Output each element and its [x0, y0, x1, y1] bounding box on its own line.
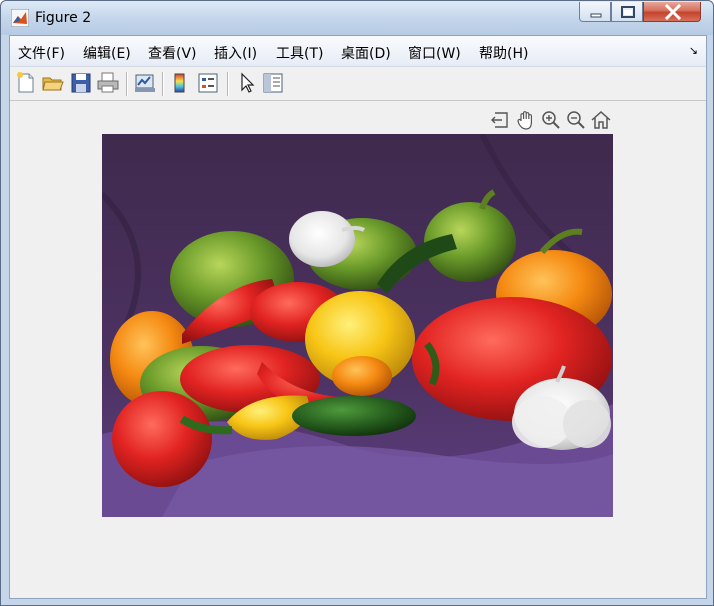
dock-arrow-icon[interactable]: ↘: [689, 44, 698, 57]
menu-edit[interactable]: 编辑(E): [83, 43, 131, 63]
menu-tools[interactable]: 工具(T): [276, 43, 323, 63]
zoom-out-icon[interactable]: [565, 109, 587, 131]
pointer-icon[interactable]: [234, 71, 258, 95]
toolbar-separator: [126, 72, 128, 96]
menu-bar: 文件(F) 编辑(E) 查看(V) 插入(I) 工具(T) 桌面(D) 窗口(W…: [10, 36, 706, 67]
figure-toolbar: [10, 67, 706, 101]
menu-view[interactable]: 查看(V): [148, 43, 197, 63]
save-icon[interactable]: [69, 71, 93, 95]
link-plot-icon[interactable]: [133, 71, 157, 95]
toolbar-separator: [227, 72, 229, 96]
new-figure-icon[interactable]: [14, 71, 38, 95]
toolbar-separator: [162, 72, 164, 96]
minimize-icon: [590, 13, 602, 18]
peppers-photo: [102, 134, 613, 517]
minimize-button[interactable]: [579, 2, 611, 22]
maximize-button[interactable]: [611, 2, 643, 22]
menu-desktop[interactable]: 桌面(D): [341, 43, 391, 63]
title-bar[interactable]: Figure 2: [1, 1, 713, 35]
open-file-icon[interactable]: [41, 71, 65, 95]
colorbar-icon[interactable]: [168, 71, 192, 95]
menu-help[interactable]: 帮助(H): [479, 43, 528, 63]
pan-hand-icon[interactable]: [515, 109, 537, 131]
property-inspector-icon[interactable]: [261, 71, 285, 95]
menu-file[interactable]: 文件(F): [18, 43, 65, 63]
client-area: 文件(F) 编辑(E) 查看(V) 插入(I) 工具(T) 桌面(D) 窗口(W…: [9, 35, 707, 599]
legend-icon[interactable]: [196, 71, 220, 95]
export-icon[interactable]: [490, 109, 512, 131]
figure-canvas: [10, 101, 706, 598]
menu-window[interactable]: 窗口(W): [408, 43, 461, 63]
close-icon: [664, 3, 682, 21]
peppers-image[interactable]: [102, 134, 613, 517]
figure-window: Figure 2 文件(F) 编辑(E) 查看(V) 插入(I) 工具(T) 桌…: [0, 0, 714, 606]
home-icon[interactable]: [590, 109, 612, 131]
window-title: Figure 2: [35, 10, 92, 26]
close-button[interactable]: [643, 2, 701, 22]
maximize-icon: [621, 6, 635, 18]
menu-insert[interactable]: 插入(I): [214, 43, 257, 63]
matlab-icon: [11, 9, 29, 27]
zoom-in-icon[interactable]: [540, 109, 562, 131]
print-icon[interactable]: [96, 71, 120, 95]
